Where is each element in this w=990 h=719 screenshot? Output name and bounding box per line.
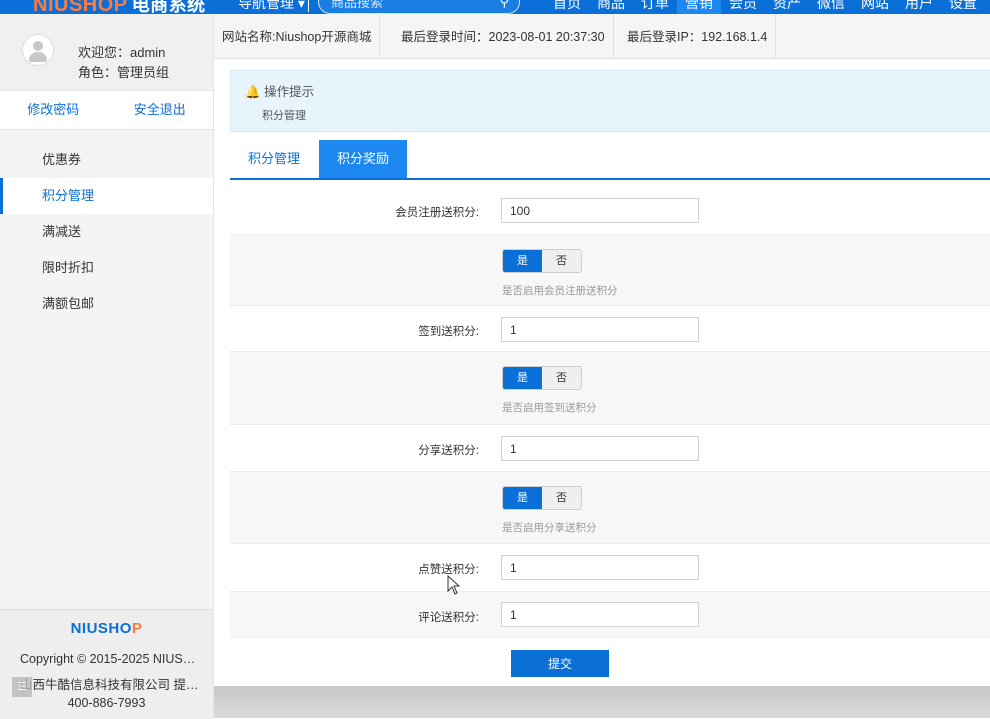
register-toggle-no[interactable]: 否 [542,250,581,272]
form-row-comment: 评论送积分: [230,592,990,638]
main-menu: 首页 商品 订单 营销 会员 资产 微信 网站 用户 设置 [545,0,985,14]
logo-subtitle: 电商系统 [131,0,206,14]
share-toggle-yes[interactable]: 是 [503,487,542,509]
form-row-signin-toggle: 是 否 是否启用签到送积分 [230,352,990,425]
change-password-link[interactable]: 修改密码 [0,91,107,129]
sidebar-footer: NIUSHOP Copyright © 2015-2025 NIUS… 山西牛酷… [0,609,213,719]
register-toggle-yes[interactable]: 是 [503,250,542,272]
footer-logo: NIUSHOP [0,620,213,637]
tip-body: 积分管理 [262,110,306,122]
product-search: ⚲ [318,0,520,14]
signin-points-label: 签到送积分: [418,326,479,338]
signin-points-input[interactable] [501,317,699,342]
footer-logo-accent: P [131,620,143,637]
form-row-register-toggle: 是 否 是否启用会员注册送积分 [230,235,990,306]
share-toggle-no[interactable]: 否 [542,487,581,509]
nav-settings[interactable]: 设置 [941,0,985,14]
company-text: 山西牛酷信息科技有限公司 提… [20,678,199,692]
signin-toggle-no[interactable]: 否 [542,367,581,389]
nav-goods[interactable]: 商品 [589,0,633,14]
sidebar: 欢迎您：admin 角色：管理员组 修改密码 安全退出 优惠券 积分管理 满减送… [0,14,214,719]
nav-orders[interactable]: 订单 [633,0,677,14]
tab-bar: 积分管理 积分奖励 [230,140,990,180]
nav-wechat[interactable]: 微信 [809,0,853,14]
top-navbar: NIUSHOP电商系统 导航管理 ▾ ⚲ 首页 商品 订单 营销 会员 资产 微… [0,0,990,14]
nav-manage-dropdown[interactable]: 导航管理 ▾ [238,0,305,13]
signin-hint: 是否启用签到送积分 [502,402,597,414]
sidebar-item-flash-discount[interactable]: 限时折扣 [0,250,213,286]
footer-logo-text: NIUSHOP [70,620,143,637]
form-row-share: 分享送积分: [230,425,990,472]
register-points-label: 会员注册送积分: [395,207,479,219]
share-hint: 是否启用分享送积分 [502,522,597,534]
sidebar-menu: 优惠券 积分管理 满减送 限时折扣 满额包邮 [0,142,213,322]
register-hint: 是否启用会员注册送积分 [502,285,618,297]
tab-points-manage[interactable]: 积分管理 [230,140,318,178]
nav-users[interactable]: 用户 [897,0,941,14]
tip-box: 🔔 操作提示 积分管理 [230,70,990,132]
like-points-input[interactable] [501,555,699,580]
sidebar-item-free-shipping[interactable]: 满额包邮 [0,286,213,322]
bottom-shadow [214,686,990,718]
register-toggle: 是 否 [502,249,582,273]
share-toggle: 是 否 [502,486,582,510]
search-input[interactable] [329,0,493,11]
sidebar-item-full-reduction[interactable]: 满减送 [0,214,213,250]
nav-website[interactable]: 网站 [853,0,897,14]
points-reward-form: 会员注册送积分: 是 否 是否启用会员注册送积分 签到送积分: 是 否 是否启用… [230,187,990,685]
bell-icon: 🔔 [245,85,261,99]
copyright-text: Copyright © 2015-2025 NIUS… [20,652,196,666]
last-login-ip: 最后登录IP：192.168.1.4 [619,14,777,58]
nav-assets[interactable]: 资产 [765,0,809,14]
form-row-signin: 签到送积分: [230,306,990,352]
welcome-text: 欢迎您：admin [78,45,166,60]
submit-button[interactable]: 提交 [511,650,609,677]
share-points-label: 分享送积分: [418,445,479,457]
nav-members[interactable]: 会员 [721,0,765,14]
menu-icon[interactable]: ☰ [12,677,32,697]
info-bar: 网站名称:Niushop开源商城 最后登录时间：2023-08-01 20:37… [214,14,990,59]
logout-link[interactable]: 安全退出 [107,91,214,129]
search-icon[interactable]: ⚲ [499,0,509,10]
tip-title-text: 操作提示 [264,85,315,99]
comment-points-label: 评论送积分: [418,612,479,624]
nav-marketing[interactable]: 营销 [677,0,721,14]
share-points-input[interactable] [501,436,699,461]
comment-points-input[interactable] [501,602,699,627]
site-name: 网站名称:Niushop开源商城 [214,14,381,58]
last-login-time: 最后登录时间：2023-08-01 20:37:30 [393,14,614,58]
form-row-like: 点赞送积分: [230,544,990,592]
nav-home[interactable]: 首页 [545,0,589,14]
tip-title: 🔔 操作提示 [245,81,314,100]
form-row-share-toggle: 是 否 是否启用分享送积分 [230,472,990,544]
avatar [22,34,54,66]
role-text: 角色：管理员组 [78,65,170,80]
register-points-input[interactable] [501,198,699,223]
brand-logo[interactable]: NIUSHOP 电商系统 [33,0,206,14]
sidebar-item-coupon[interactable]: 优惠券 [0,142,213,178]
mouse-cursor-icon [447,575,461,595]
logo-text: NIUSHOP [33,0,128,14]
tab-points-reward[interactable]: 积分奖励 [319,140,407,178]
phone-text: 400-886-7993 [67,696,146,710]
user-actions: 修改密码 安全退出 [0,90,213,130]
sidebar-item-points[interactable]: 积分管理 [0,178,213,214]
signin-toggle-yes[interactable]: 是 [503,367,542,389]
nav-divider [308,0,309,12]
user-panel: 欢迎您：admin 角色：管理员组 [0,14,213,90]
signin-toggle: 是 否 [502,366,582,390]
form-row-register: 会员注册送积分: [230,187,990,235]
